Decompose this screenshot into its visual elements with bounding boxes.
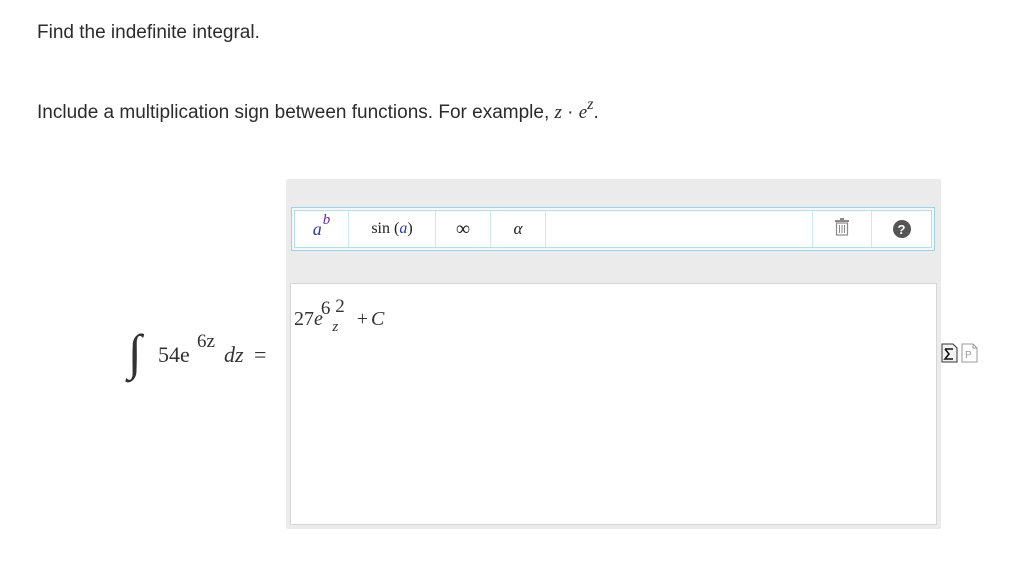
power-button[interactable]: ab — [295, 211, 349, 247]
preview-document-icon[interactable]: P — [961, 343, 978, 363]
integral-sign: ∫ — [128, 324, 142, 380]
answer-z: z — [332, 319, 339, 335]
example-dot: · — [561, 102, 579, 123]
integrand-exponent: 6z — [197, 331, 215, 352]
sigma-icon[interactable] — [941, 343, 958, 363]
multiplication-hint: Include a multiplication sign between fu… — [37, 96, 599, 124]
alpha-symbol: α — [513, 219, 523, 238]
example-z: z — [554, 102, 562, 123]
instruction-text: Find the indefinite integral. — [37, 22, 260, 43]
answer-input[interactable]: 27e6z2+ C — [290, 283, 937, 525]
sin-label: sin ( — [371, 220, 400, 237]
power-base: a — [312, 218, 322, 239]
math-editor-panel: ab sin (a) ∞ α ? 27e6z2+ C — [286, 179, 941, 529]
sin-button[interactable]: sin (a) — [349, 211, 436, 247]
answer-coefficient: 27 — [294, 308, 314, 330]
clear-button[interactable] — [813, 211, 872, 247]
sin-close: ) — [407, 220, 413, 237]
infinity-symbol: ∞ — [455, 217, 471, 240]
answer-expression: 27e6z2+ C — [294, 296, 385, 335]
example-e: e — [578, 102, 588, 123]
answer-plus: + — [356, 308, 369, 330]
alpha-button[interactable]: α — [491, 211, 546, 247]
infinity-button[interactable]: ∞ — [436, 211, 491, 247]
power-exponent: b — [322, 211, 331, 228]
integrand-coefficient: 54e — [158, 342, 190, 367]
toolbar-spacer — [546, 211, 813, 247]
trash-icon — [834, 217, 850, 241]
example-period: . — [593, 102, 599, 123]
differential: dz — [224, 342, 244, 367]
svg-text:P: P — [965, 350, 972, 361]
help-button[interactable]: ? — [872, 211, 931, 247]
hint-text: Include a multiplication sign between fu… — [37, 102, 555, 123]
math-toolbar: ab sin (a) ∞ α ? — [291, 207, 935, 251]
answer-side-icons: P — [941, 343, 978, 363]
answer-exponent-2: 2 — [335, 296, 345, 317]
sin-argument: a — [399, 220, 408, 237]
help-icon: ? — [892, 220, 911, 238]
example-exponent: z — [587, 96, 594, 113]
answer-exponent-6: 6 — [320, 298, 331, 319]
answer-constant: C — [371, 308, 385, 330]
equals-sign: = — [254, 342, 267, 367]
